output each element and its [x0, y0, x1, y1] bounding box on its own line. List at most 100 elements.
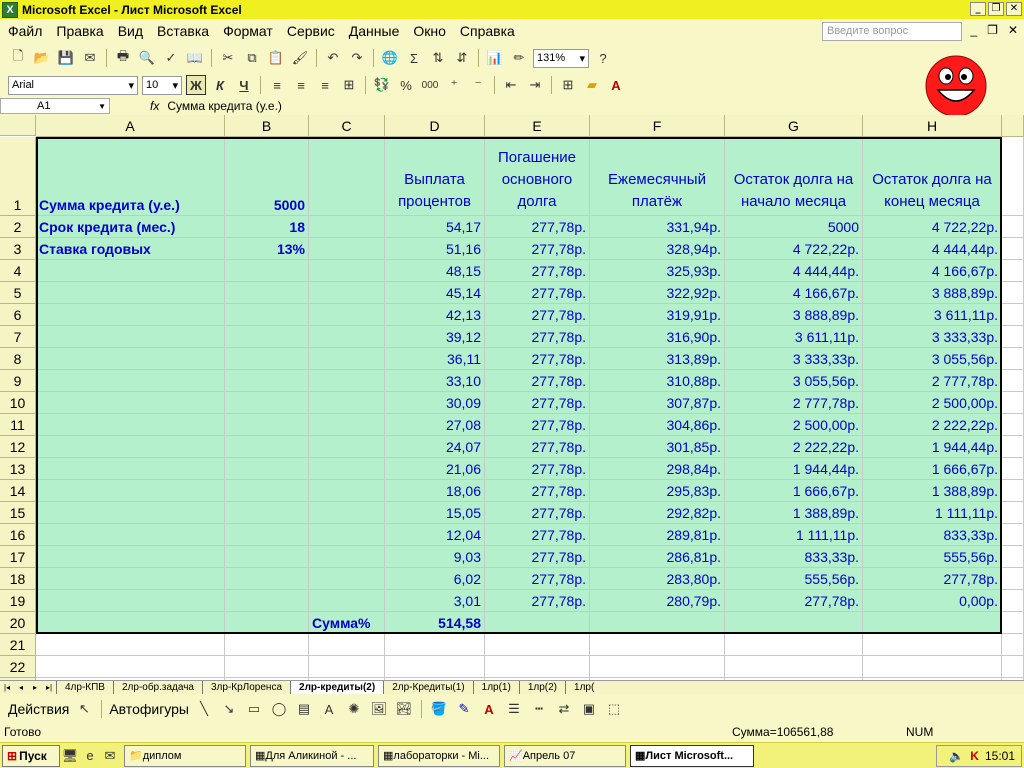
- row-header-10[interactable]: 10: [0, 392, 36, 414]
- cell-c18[interactable]: [309, 568, 385, 590]
- cell-g2[interactable]: 5000: [725, 216, 863, 238]
- cell-c11[interactable]: [309, 414, 385, 436]
- cell-b13[interactable]: [225, 458, 309, 480]
- shadow-icon[interactable]: ▣: [579, 699, 599, 719]
- cell-f17[interactable]: 286,81р.: [590, 546, 725, 568]
- outlook-icon[interactable]: ✉: [100, 746, 120, 766]
- cell-g11[interactable]: 2 500,00р.: [725, 414, 863, 436]
- sort-ascending-icon[interactable]: ⇅: [428, 48, 448, 68]
- cell-h13[interactable]: 1 666,67р.: [863, 458, 1002, 480]
- cell-e11[interactable]: 277,78р.: [485, 414, 590, 436]
- font-name-select[interactable]: Arial ▾: [8, 75, 138, 95]
- cell-b9[interactable]: [225, 370, 309, 392]
- cell-a22[interactable]: [36, 656, 225, 678]
- paste-icon[interactable]: 📋: [266, 48, 286, 68]
- permission-icon[interactable]: ✉: [80, 48, 100, 68]
- cell-b1[interactable]: 5000: [225, 137, 309, 216]
- cell-a10[interactable]: [36, 392, 225, 414]
- cell-c7[interactable]: [309, 326, 385, 348]
- cell-f3[interactable]: 328,94р.: [590, 238, 725, 260]
- cell-b15[interactable]: [225, 502, 309, 524]
- cell-c15[interactable]: [309, 502, 385, 524]
- cell-g14[interactable]: 1 666,67р.: [725, 480, 863, 502]
- cell-b4[interactable]: [225, 260, 309, 282]
- close-button[interactable]: ✕: [1006, 2, 1022, 16]
- ie-icon[interactable]: e: [80, 746, 100, 766]
- cell-f15[interactable]: 292,82р.: [590, 502, 725, 524]
- cell-g5[interactable]: 4 166,67р.: [725, 282, 863, 304]
- cell-f10[interactable]: 307,87р.: [590, 392, 725, 414]
- cell-e8[interactable]: 277,78р.: [485, 348, 590, 370]
- row-header-6[interactable]: 6: [0, 304, 36, 326]
- cell-f7[interactable]: 316,90р.: [590, 326, 725, 348]
- cell-d9[interactable]: 33,10: [385, 370, 485, 392]
- column-header-d[interactable]: D: [385, 115, 485, 137]
- cell-g1[interactable]: Остаток долга на начало месяца: [725, 137, 863, 216]
- font-color-icon[interactable]: A: [479, 699, 499, 719]
- sheet-tab-6[interactable]: 1лр(2): [518, 681, 565, 694]
- arrow-style-icon[interactable]: ⇄: [554, 699, 574, 719]
- cell-d14[interactable]: 18,06: [385, 480, 485, 502]
- taskbar-item-2[interactable]: ▦ лабораторки - Mi...: [378, 744, 500, 767]
- cell-e17[interactable]: 277,78р.: [485, 546, 590, 568]
- column-header-h[interactable]: H: [863, 115, 1002, 137]
- cell-e16[interactable]: 277,78р.: [485, 524, 590, 546]
- cell-f19[interactable]: 280,79р.: [590, 590, 725, 612]
- clipart-icon[interactable]: 🖼: [369, 699, 389, 719]
- cell-b10[interactable]: [225, 392, 309, 414]
- cell-g16[interactable]: 1 111,11р.: [725, 524, 863, 546]
- cell-h11[interactable]: 2 222,22р.: [863, 414, 1002, 436]
- cell-g4[interactable]: 4 444,44р.: [725, 260, 863, 282]
- redo-icon[interactable]: ↷: [347, 48, 367, 68]
- cell-e13[interactable]: 277,78р.: [485, 458, 590, 480]
- drawing-icon[interactable]: ✏: [509, 48, 529, 68]
- cell-b17[interactable]: [225, 546, 309, 568]
- cell-g13[interactable]: 1 944,44р.: [725, 458, 863, 480]
- cell-a19[interactable]: [36, 590, 225, 612]
- line-icon[interactable]: ╲: [194, 699, 214, 719]
- sheet-tab-5[interactable]: 1лр(1): [472, 681, 519, 694]
- cell-a5[interactable]: [36, 282, 225, 304]
- cell-c3[interactable]: [309, 238, 385, 260]
- cell-a4[interactable]: [36, 260, 225, 282]
- workbook-minimize-button[interactable]: _: [970, 23, 977, 37]
- 3d-icon[interactable]: ⬚: [604, 699, 624, 719]
- cell-c21[interactable]: [309, 634, 385, 656]
- font-color-icon[interactable]: A: [606, 75, 626, 95]
- cell-d15[interactable]: 15,05: [385, 502, 485, 524]
- line-color-icon[interactable]: ✎: [454, 699, 474, 719]
- cell-d4[interactable]: 48,15: [385, 260, 485, 282]
- cell-d17[interactable]: 9,03: [385, 546, 485, 568]
- fill-color-icon[interactable]: 🪣: [429, 699, 449, 719]
- cell-c19[interactable]: [309, 590, 385, 612]
- increase-decimal-icon[interactable]: ⁺: [444, 75, 464, 95]
- cell-a15[interactable]: [36, 502, 225, 524]
- last-sheet-icon[interactable]: ▸|: [42, 683, 56, 692]
- cell-f22[interactable]: [590, 656, 725, 678]
- next-sheet-icon[interactable]: ▸: [28, 683, 42, 692]
- align-center-icon[interactable]: ≡: [291, 75, 311, 95]
- cell-g3[interactable]: 4 722,22р.: [725, 238, 863, 260]
- cell-e20[interactable]: [485, 612, 590, 634]
- row-header-18[interactable]: 18: [0, 568, 36, 590]
- autoshapes-menu[interactable]: Автофигуры: [109, 701, 189, 717]
- cell-e12[interactable]: 277,78р.: [485, 436, 590, 458]
- cell-g12[interactable]: 2 222,22р.: [725, 436, 863, 458]
- cell-f12[interactable]: 301,85р.: [590, 436, 725, 458]
- bold-button[interactable]: Ж: [186, 75, 206, 95]
- cell-h6[interactable]: 3 611,11р.: [863, 304, 1002, 326]
- excel-icon[interactable]: X: [2, 1, 18, 18]
- row-header-9[interactable]: 9: [0, 370, 36, 392]
- menu-item-6[interactable]: Данные: [349, 23, 400, 39]
- row-header-3[interactable]: 3: [0, 238, 36, 260]
- borders-icon[interactable]: ⊞: [558, 75, 578, 95]
- cell-h18[interactable]: 277,78р.: [863, 568, 1002, 590]
- cell-a8[interactable]: [36, 348, 225, 370]
- cell-h20[interactable]: [863, 612, 1002, 634]
- cell-e6[interactable]: 277,78р.: [485, 304, 590, 326]
- row-header-7[interactable]: 7: [0, 326, 36, 348]
- cell-d7[interactable]: 39,12: [385, 326, 485, 348]
- cell-e3[interactable]: 277,78р.: [485, 238, 590, 260]
- cell-h14[interactable]: 1 388,89р.: [863, 480, 1002, 502]
- cell-a18[interactable]: [36, 568, 225, 590]
